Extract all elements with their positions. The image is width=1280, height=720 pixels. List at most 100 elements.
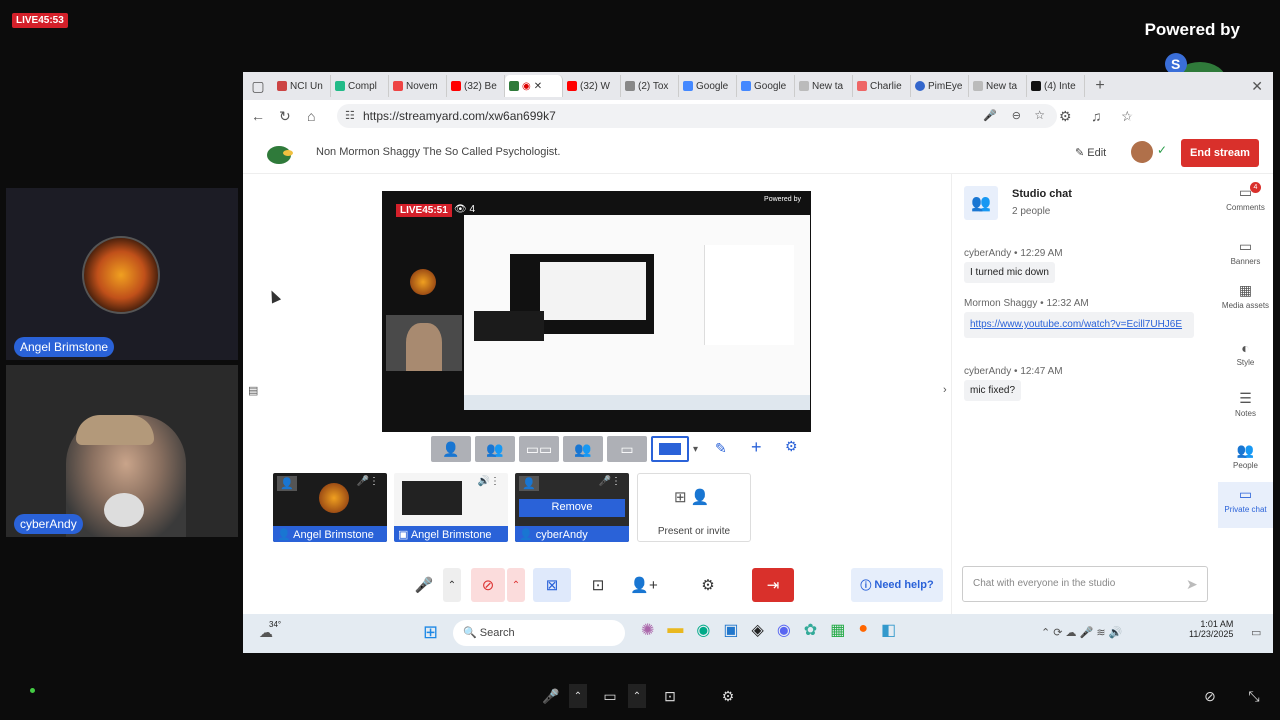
invite-button[interactable]: 👤+	[627, 568, 661, 602]
browser-tab[interactable]: NCI Un	[273, 75, 331, 97]
zoom-icon[interactable]: ⊖	[1012, 109, 1021, 122]
share-screen-button[interactable]: ⊡	[581, 568, 615, 602]
extensions-icon[interactable]: ⚙	[1059, 108, 1072, 125]
nav-people[interactable]: 👥 People	[1218, 442, 1273, 470]
file-explorer-icon[interactable]: ▬	[667, 620, 683, 640]
stop-share-button[interactable]: ⊠	[533, 568, 571, 602]
camera-options-button[interactable]: ⌃	[628, 684, 646, 708]
reload-icon[interactable]: ↻	[279, 108, 291, 125]
taskbar-clock[interactable]: 1:01 AM 11/23/2025	[1189, 619, 1233, 639]
participant-tile[interactable]: 🔊⋮ ▣ Angel Brimstone	[394, 473, 508, 542]
app-icon[interactable]: ◧	[881, 620, 896, 640]
present-or-invite-tile[interactable]: ⊞ 👤 Present or invite	[637, 473, 751, 542]
participant-tile[interactable]: 👤 🎤⋮ Remove 👤 cyberAndy	[515, 473, 629, 542]
home-icon[interactable]: ⌂	[307, 108, 315, 124]
new-tab-icon[interactable]: +	[1085, 77, 1115, 95]
volume-icon[interactable]: 🔊⋮	[478, 476, 500, 487]
hide-self-view-button[interactable]: ⊘	[1198, 684, 1222, 708]
participant-tile[interactable]: 👤 🎤⋮ 👤 Angel Brimstone	[273, 473, 387, 542]
nav-private-chat[interactable]: ▭ Private chat	[1218, 482, 1273, 528]
browser-tab[interactable]: Charlie	[853, 75, 911, 97]
windows-start-icon[interactable]: ⊞	[423, 622, 438, 643]
media-icon[interactable]: ♫	[1091, 108, 1102, 124]
notification-icon[interactable]: ▭	[1251, 626, 1261, 639]
edge-icon[interactable]: ◉	[696, 620, 710, 640]
layout-more-chevron-icon[interactable]: ▾	[693, 436, 698, 462]
discord-icon[interactable]: ◉	[777, 620, 791, 640]
site-info-icon[interactable]: ☷	[345, 109, 355, 122]
store-icon[interactable]: ▣	[723, 620, 738, 640]
browser-tab[interactable]: New ta	[795, 75, 853, 97]
layout-sidebar-button-active[interactable]	[651, 436, 689, 462]
browser-tab[interactable]: (4) Inte	[1027, 75, 1085, 97]
layout-split-button[interactable]: ▭▭	[519, 436, 559, 462]
alienware-icon[interactable]: ◈	[752, 620, 764, 640]
edit-button[interactable]: ✎ Edit	[1075, 146, 1106, 159]
end-stream-button[interactable]: End stream	[1181, 139, 1259, 167]
settings-button[interactable]: ⚙	[691, 568, 725, 602]
present-invite-icon: ⊞ 👤	[674, 489, 710, 506]
layout-solo-button[interactable]: 👤	[431, 436, 471, 462]
layout-screen-button[interactable]: ▭	[607, 436, 647, 462]
browser-tab[interactable]: Google	[679, 75, 737, 97]
copilot-icon[interactable]: ✺	[641, 620, 654, 640]
app-icon[interactable]: ▦	[830, 620, 845, 640]
chat-input[interactable]: Chat with everyone in the studio	[962, 566, 1208, 602]
send-icon[interactable]: ➤	[1186, 576, 1198, 593]
browser-tab[interactable]: Google	[737, 75, 795, 97]
window-icon[interactable]: ▢	[243, 78, 273, 95]
layout-toggle-icon[interactable]: ▤	[248, 384, 258, 397]
exit-fullscreen-button[interactable]: ⤡	[1242, 684, 1266, 708]
tab-favicon-icon	[799, 81, 809, 91]
mic-options-button[interactable]: ⌃	[443, 568, 461, 602]
close-tab-icon[interactable]: ✕	[534, 81, 542, 92]
taskbar-search[interactable]: 🔍 Search	[453, 620, 625, 646]
browser-tab[interactable]: (32) Be	[447, 75, 505, 97]
nav-style[interactable]: ◐ Style	[1218, 340, 1273, 367]
nav-comments[interactable]: ▭ Comments 4	[1218, 182, 1273, 212]
mic-icon[interactable]: 🎤	[983, 109, 997, 122]
camera-options-button[interactable]: ⌃	[507, 568, 525, 602]
collapse-chat-icon[interactable]: ›	[943, 384, 947, 396]
browser-tab[interactable]: Novem	[389, 75, 447, 97]
nav-media-assets[interactable]: ▦ Media assets	[1218, 282, 1273, 310]
favorite-icon[interactable]: ☆	[1034, 108, 1045, 122]
mic-icon: 🎤	[542, 687, 560, 704]
camera-button[interactable]: ▭	[598, 684, 622, 708]
mic-icon[interactable]: 🎤⋮	[357, 476, 379, 487]
close-window-icon[interactable]: ✕	[1251, 78, 1263, 95]
browser-tab[interactable]: (32) W	[563, 75, 621, 97]
firefox-icon[interactable]: ●	[858, 620, 868, 640]
recording-icon: ◉	[522, 80, 531, 92]
mic-icon[interactable]: 🎤⋮	[599, 476, 621, 487]
user-avatar[interactable]	[1131, 141, 1153, 163]
browser-tab[interactable]: PimEye	[911, 75, 969, 97]
camera-off-button[interactable]: ⊘	[471, 568, 505, 602]
nav-notes[interactable]: ☰ Notes	[1218, 390, 1273, 418]
browser-tab[interactable]: Compl	[331, 75, 389, 97]
need-help-button[interactable]: ⓘ Need help?	[851, 568, 943, 602]
add-icon[interactable]: +	[751, 437, 762, 458]
mic-button[interactable]: 🎤	[407, 568, 441, 602]
share-screen-button[interactable]: ⊡	[658, 684, 682, 708]
mic-button[interactable]: 🎤	[540, 684, 562, 708]
nav-banners[interactable]: ▭ Banners	[1218, 238, 1273, 266]
remove-button[interactable]: Remove	[519, 499, 625, 517]
pencil-icon[interactable]: ✎	[715, 440, 727, 457]
url-field[interactable]: ☷ https://streamyard.com/xw6an699k7 🎤 ⊖ …	[337, 104, 1057, 128]
stream-title[interactable]: Non Mormon Shaggy The So Called Psycholo…	[316, 146, 560, 158]
browser-tab[interactable]: New ta	[969, 75, 1027, 97]
settings-icon[interactable]: ⚙	[785, 438, 798, 455]
app-icon[interactable]: ✿	[804, 620, 817, 640]
tray-icons[interactable]: ⌃ ⟳ ☁ 🎤 ≋ 🔊	[1041, 626, 1122, 639]
settings-button[interactable]: ⚙	[716, 684, 740, 708]
chat-link[interactable]: https://www.youtube.com/watch?v=Ecill7UH…	[964, 312, 1194, 338]
browser-tab-active[interactable]: ◉ ✕	[505, 75, 563, 97]
leave-studio-button[interactable]: ⇥	[752, 568, 794, 602]
layout-group-button[interactable]: 👥	[475, 436, 515, 462]
browser-tab[interactable]: (2) Tox	[621, 75, 679, 97]
layout-news-button[interactable]: 👥	[563, 436, 603, 462]
back-icon[interactable]: ←	[251, 108, 265, 124]
stage-screenshare	[464, 215, 810, 410]
mic-options-button[interactable]: ⌃	[569, 684, 587, 708]
